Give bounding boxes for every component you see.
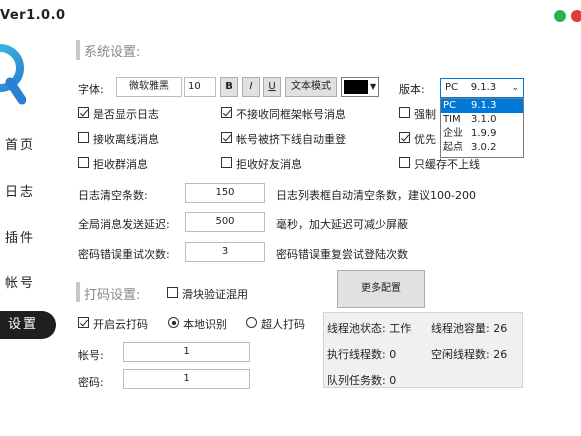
- cloud-captcha-label: 开启云打码: [93, 318, 148, 331]
- cache-only-label: 只缓存不上线: [414, 158, 480, 171]
- more-config-button[interactable]: 更多配置: [337, 270, 425, 308]
- force-label: 强制: [414, 108, 436, 121]
- sidebar-item-label: 插件: [5, 231, 36, 246]
- color-swatch: [344, 80, 368, 94]
- show-log-checkbox[interactable]: [78, 107, 89, 118]
- version-option-enterprise[interactable]: 企业 1.9.9: [441, 127, 523, 141]
- retry-label: 密码错误重试次数:: [78, 248, 170, 261]
- status-dot-green: [554, 10, 566, 22]
- font-label: 字体:: [78, 83, 104, 96]
- font-name-field[interactable]: 微软雅黑: [116, 77, 182, 97]
- no-frame-accounts-checkbox[interactable]: [221, 107, 232, 118]
- version-option-tim[interactable]: TIM 3.1.0: [441, 113, 523, 127]
- color-picker[interactable]: ▼: [341, 77, 379, 97]
- threadpool-capacity: 线程池容量: 26: [431, 322, 508, 335]
- status-dot-red: [571, 10, 581, 22]
- reject-group-label: 拒收群消息: [93, 158, 148, 171]
- section-bar: [76, 40, 80, 60]
- version-selected-value: PC 9.1.3: [445, 82, 497, 93]
- sidebar-item-label: 设置: [8, 317, 39, 332]
- sidebar-item-log[interactable]: 日志: [5, 181, 35, 200]
- reject-group-checkbox[interactable]: [78, 157, 89, 168]
- captcha-account-label: 帐号:: [78, 349, 104, 362]
- version-option-pc[interactable]: PC 9.1.3: [441, 99, 523, 113]
- priority-checkbox[interactable]: [399, 132, 410, 143]
- version-option-qidian[interactable]: 起点 3.0.2: [441, 141, 523, 155]
- local-recognition-radio[interactable]: [168, 317, 179, 328]
- version-dropdown: PC 9.1.3 TIM 3.1.0 企业 1.9.9 起点 3.0.2: [440, 98, 524, 158]
- logo-icon: [0, 44, 26, 105]
- captcha-settings-heading: 打码设置:: [84, 288, 141, 303]
- sidebar-item-settings[interactable]: 设置: [0, 311, 56, 339]
- no-frame-accounts-label: 不接收同框架帐号消息: [236, 108, 346, 121]
- system-settings-heading: 系统设置:: [84, 45, 141, 60]
- font-size-field[interactable]: 10: [184, 77, 216, 97]
- log-clear-hint: 日志列表框自动清空条数，建议100-200: [276, 189, 476, 202]
- reject-friend-checkbox[interactable]: [221, 157, 232, 168]
- sidebar-item-label: 首页: [5, 138, 36, 153]
- reject-friend-label: 拒收好友消息: [236, 158, 302, 171]
- captcha-password-label: 密码:: [78, 376, 104, 389]
- retry-input[interactable]: 3: [185, 242, 265, 262]
- force-checkbox[interactable]: [399, 107, 410, 118]
- underline-button[interactable]: U: [263, 77, 281, 97]
- version-label: 版本:: [399, 83, 425, 96]
- send-delay-input[interactable]: 500: [185, 212, 265, 232]
- text-mode-button[interactable]: 文本模式: [285, 77, 337, 97]
- auto-relogin-label: 帐号被挤下线自动重登: [236, 133, 346, 146]
- show-log-label: 是否显示日志: [93, 108, 159, 121]
- auto-relogin-checkbox[interactable]: [221, 132, 232, 143]
- caret-down-icon: ▼: [370, 82, 377, 91]
- sidebar-item-home[interactable]: 首页: [5, 134, 35, 153]
- priority-label: 优先: [414, 133, 436, 146]
- bold-button[interactable]: B: [220, 77, 238, 97]
- offline-msg-label: 接收离线消息: [93, 133, 159, 146]
- sidebar-item-plugins[interactable]: 插件: [5, 227, 35, 246]
- send-delay-hint: 毫秒，加大延迟可减少屏蔽: [276, 218, 408, 231]
- super-captcha-radio[interactable]: [246, 317, 257, 328]
- offline-msg-checkbox[interactable]: [78, 132, 89, 143]
- threadpool-queue: 队列任务数: 0: [327, 374, 397, 387]
- log-clear-input[interactable]: 150: [185, 183, 265, 203]
- super-captcha-label: 超人打码: [261, 318, 305, 331]
- local-recognition-label: 本地识别: [183, 318, 227, 331]
- retry-hint: 密码错误重复尝试登陆次数: [276, 248, 408, 261]
- threadpool-running: 执行线程数: 0: [327, 348, 397, 361]
- sidebar-item-label: 帐号: [5, 276, 36, 291]
- app-title: Ver1.0.0: [0, 8, 66, 23]
- slider-mix-label: 滑块验证混用: [182, 288, 248, 301]
- cloud-captcha-checkbox[interactable]: [78, 317, 89, 328]
- captcha-password-input[interactable]: 1: [123, 369, 250, 389]
- chevron-down-icon: ⌄: [511, 83, 519, 93]
- captcha-account-input[interactable]: 1: [123, 342, 250, 362]
- slider-mix-checkbox[interactable]: [167, 287, 178, 298]
- send-delay-label: 全局消息发送延迟:: [78, 218, 170, 231]
- cache-only-checkbox[interactable]: [399, 157, 410, 168]
- sidebar-item-accounts[interactable]: 帐号: [5, 272, 35, 291]
- sidebar-item-label: 日志: [5, 185, 36, 200]
- italic-button[interactable]: I: [242, 77, 260, 97]
- threadpool-status: 线程池状态: 工作: [327, 322, 412, 335]
- version-select[interactable]: PC 9.1.3 ⌄: [440, 78, 524, 98]
- threadpool-idle: 空闲线程数: 26: [431, 348, 508, 361]
- log-clear-label: 日志清空条数:: [78, 189, 148, 202]
- section-bar: [76, 282, 80, 302]
